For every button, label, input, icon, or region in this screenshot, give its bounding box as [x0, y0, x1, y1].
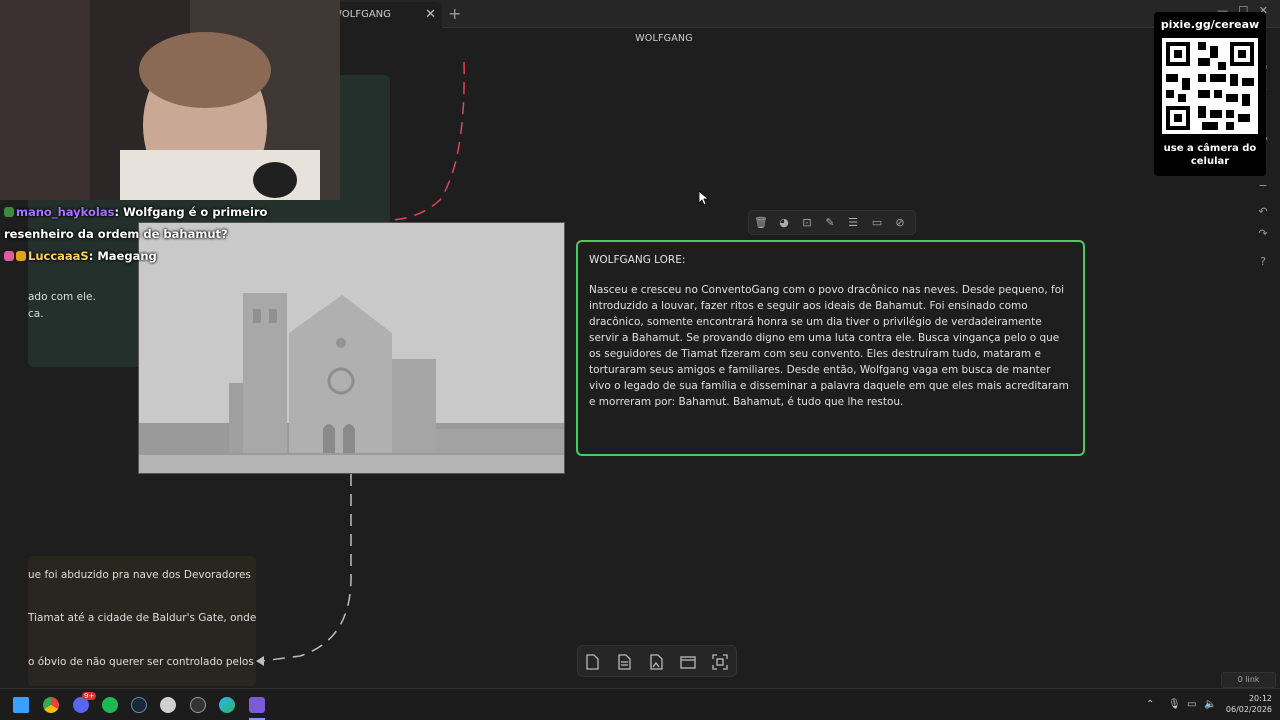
edit-icon[interactable]: ✎	[822, 215, 838, 231]
backlinks-counter[interactable]: 0 link inverso	[1221, 672, 1276, 698]
chat-text: Maegang	[97, 249, 157, 263]
qr-url: pixie.gg/cereaw	[1160, 18, 1260, 31]
card-text: Tiamat até a cidade de Baldur's Gate, on…	[28, 612, 257, 624]
file-icon[interactable]	[614, 652, 634, 672]
screen: WOLFGANG ✕ + — ☐ ✕ WOLFGANG ado com ele.…	[0, 0, 1280, 720]
windows-taskbar: 9+ ⌃ 🎙 ▭ 🔈 20:12 06/02/2026	[0, 688, 1280, 720]
new-note-icon[interactable]	[582, 652, 602, 672]
card-text: ado com ele.	[28, 291, 96, 303]
zoom-fit-icon[interactable]	[710, 652, 730, 672]
clock-date: 06/02/2026	[1225, 705, 1272, 714]
bottom-toolbar	[577, 645, 737, 677]
edge-icon[interactable]	[219, 697, 235, 713]
zoom-to-card-icon[interactable]: ⊡	[799, 215, 815, 231]
plus-icon[interactable]: +	[448, 4, 461, 23]
clock-time: 20:12	[1248, 694, 1272, 703]
palette-icon[interactable]: ◕	[776, 215, 792, 231]
tab-wolfgang[interactable]: WOLFGANG ✕	[330, 2, 442, 28]
edge-arrowhead	[256, 656, 264, 666]
card-shape-icon[interactable]: ▭	[869, 215, 885, 231]
badge-icon	[4, 251, 14, 261]
chat-message: LuccaaaS: Maegang	[4, 245, 304, 267]
obsidian-icon[interactable]	[249, 697, 265, 713]
obs-icon[interactable]	[190, 697, 206, 713]
align-icon[interactable]: ☰	[845, 215, 861, 231]
chrome-icon[interactable]	[43, 697, 59, 713]
group-icon[interactable]	[678, 652, 698, 672]
card-text: o óbvio de não querer ser controlado pel…	[28, 656, 254, 668]
badge-icon	[4, 207, 14, 217]
card-text: ca.	[28, 308, 44, 320]
stream-chat: mano_haykolas: Wolfgang é o primeiro res…	[4, 201, 304, 267]
close-icon[interactable]: ✕	[425, 7, 436, 22]
badge-icon	[16, 251, 26, 261]
canvas-card-bottom[interactable]: ue foi abduzido pra nave dos Devoradores…	[28, 556, 256, 686]
chat-username: LuccaaaS	[28, 249, 89, 263]
tab-label: WOLFGANG	[332, 9, 391, 20]
redo-icon[interactable]: ↷	[1253, 224, 1273, 244]
chevron-up-icon[interactable]: ⌃	[1146, 699, 1154, 710]
network-icon[interactable]: ▭	[1187, 699, 1196, 710]
chat-username: mano_haykolas	[16, 205, 115, 219]
card-toolbar: 🗑 ◕ ⊡ ✎ ☰ ▭ ⊘	[748, 210, 916, 235]
qr-overlay: pixie.gg/cereaw use a câmera do celular	[1154, 12, 1266, 176]
ccleaner-icon[interactable]	[160, 697, 176, 713]
media-icon[interactable]	[646, 652, 666, 672]
qr-caption: use a câmera do celular	[1163, 143, 1257, 167]
webcam-feed	[0, 0, 340, 200]
hide-icon[interactable]: ⊘	[892, 215, 908, 231]
lore-body[interactable]: Nasceu e cresceu no ConventoGang com o p…	[589, 282, 1072, 410]
clock[interactable]: 20:12 06/02/2026	[1226, 693, 1272, 715]
webcam-overlay	[0, 0, 340, 200]
zoom-out-icon[interactable]: −	[1253, 176, 1273, 196]
windows-start-icon[interactable]	[13, 697, 29, 713]
qr-code-image	[1162, 38, 1258, 134]
notification-badge: 9+	[82, 692, 97, 700]
spotify-icon[interactable]	[102, 697, 118, 713]
steam-icon[interactable]	[131, 697, 147, 713]
microphone-icon[interactable]: 🎙	[1168, 699, 1181, 710]
undo-icon[interactable]: ↶	[1253, 202, 1273, 222]
edge-gray	[261, 474, 352, 662]
lore-card[interactable]: WOLFGANG LORE: Nasceu e cresceu no Conve…	[576, 240, 1085, 456]
trash-icon[interactable]: 🗑	[753, 215, 769, 231]
card-text: ue foi abduzido pra nave dos Devoradores	[28, 569, 251, 581]
chat-message: mano_haykolas: Wolfgang é o primeiro res…	[4, 205, 268, 241]
volume-icon[interactable]: 🔈	[1204, 699, 1216, 710]
lore-title: WOLFGANG LORE:	[589, 254, 686, 266]
help-icon[interactable]: ?	[1253, 252, 1273, 272]
mouse-cursor-icon	[699, 191, 709, 205]
edge-red	[391, 61, 465, 221]
